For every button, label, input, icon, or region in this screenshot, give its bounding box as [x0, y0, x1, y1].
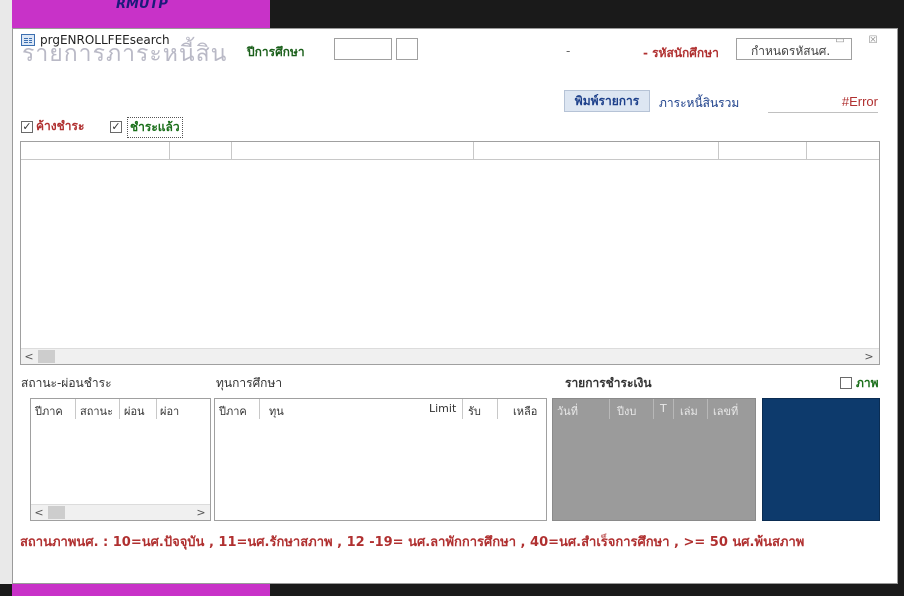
scholarship-grid[interactable]: ปีภาค ทุน Limit รับ เหลือ	[214, 398, 547, 521]
column-header: เลขที่	[713, 405, 739, 418]
column-header: ปีงบ	[617, 405, 637, 418]
column-divider	[609, 399, 610, 419]
column-header: Limit	[429, 402, 457, 415]
column-divider	[673, 399, 674, 419]
grid-column-divider	[806, 142, 807, 159]
column-divider	[156, 399, 157, 419]
grid-column-divider	[473, 142, 474, 159]
debt-list-grid[interactable]: < >	[20, 141, 880, 365]
scholarship-section-title: ทุนการศึกษา	[216, 376, 283, 390]
separator-dash: -	[566, 44, 571, 58]
background-bottom-banner	[12, 584, 270, 596]
scroll-thumb[interactable]	[38, 350, 55, 363]
checkmark-icon: ✓	[22, 120, 32, 133]
column-header: ทุน	[269, 405, 284, 418]
grid-column-divider	[718, 142, 719, 159]
outstanding-checkbox[interactable]: ✓	[21, 121, 33, 133]
outstanding-label: ค้างชำระ	[36, 119, 85, 133]
photo-checkbox[interactable]	[840, 377, 852, 389]
paid-checkbox[interactable]: ✓	[110, 121, 122, 133]
column-header: รับ	[468, 405, 481, 418]
total-underline	[768, 112, 878, 113]
column-divider	[707, 399, 708, 419]
scroll-right-icon[interactable]: >	[861, 349, 877, 364]
column-divider	[497, 399, 498, 419]
column-divider	[119, 399, 120, 419]
column-divider	[259, 399, 260, 419]
grid-column-divider	[169, 142, 170, 159]
background-right	[898, 0, 904, 596]
total-debt-label: ภาระหนี้สินรวม	[659, 96, 740, 110]
grid-horizontal-scrollbar[interactable]: < >	[21, 348, 879, 364]
checkmark-icon: ✓	[111, 120, 121, 133]
close-button[interactable]: ☒	[864, 33, 882, 49]
column-header: เล่ม	[680, 405, 698, 418]
column-header: ผ่อา	[160, 405, 180, 418]
scroll-left-icon[interactable]: <	[21, 349, 37, 364]
year-input[interactable]	[334, 38, 392, 60]
background-brand: RMUTP	[116, 0, 168, 12]
paid-label: ชำระแล้ว	[127, 117, 183, 138]
status-installment-grid[interactable]: ปีภาค สถานะ ผ่อน ผ่อา < >	[30, 398, 211, 521]
column-divider	[462, 399, 463, 419]
grid-column-divider	[231, 142, 232, 159]
page-title: รายการภาระหนี้สิน	[22, 41, 228, 66]
total-debt-value: #Error	[841, 94, 878, 109]
column-header: T	[660, 402, 667, 415]
scroll-thumb[interactable]	[48, 506, 65, 519]
scroll-left-icon[interactable]: <	[31, 505, 47, 520]
term-input[interactable]	[396, 38, 418, 60]
column-header: ปีภาค	[219, 405, 247, 418]
column-divider	[653, 399, 654, 419]
background-left	[0, 0, 12, 596]
student-id-input[interactable]: กำหนดรหัสนศ.	[736, 38, 852, 60]
column-header: สถานะ	[80, 405, 113, 418]
status-section-title: สถานะ-ผ่อนชำระ	[21, 376, 112, 390]
column-divider	[75, 399, 76, 419]
scroll-right-icon[interactable]: >	[193, 505, 209, 520]
column-header: ผ่อน	[124, 405, 145, 418]
column-header: ปีภาค	[35, 405, 63, 418]
status-code-legend: สถานภาพนศ. : 10=นศ.ปัจจุบัน , 11=นศ.รักษ…	[20, 535, 805, 550]
column-header: วันที่	[557, 405, 578, 418]
photo-label: ภาพ	[856, 376, 879, 390]
year-label: ปีการศึกษา	[247, 45, 305, 59]
student-id-label: - รหัสนักศึกษา	[643, 46, 719, 60]
print-list-button[interactable]: พิมพ์รายการ	[564, 90, 650, 112]
student-photo	[762, 398, 880, 521]
grid-header-row	[21, 142, 879, 160]
column-header: เหลือ	[513, 405, 538, 418]
status-horizontal-scrollbar[interactable]: < >	[31, 504, 210, 520]
payment-list-grid[interactable]: วันที่ ปีงบ T เล่ม เลขที่	[552, 398, 756, 521]
payment-section-title: รายการชำระเงิน	[565, 376, 652, 390]
